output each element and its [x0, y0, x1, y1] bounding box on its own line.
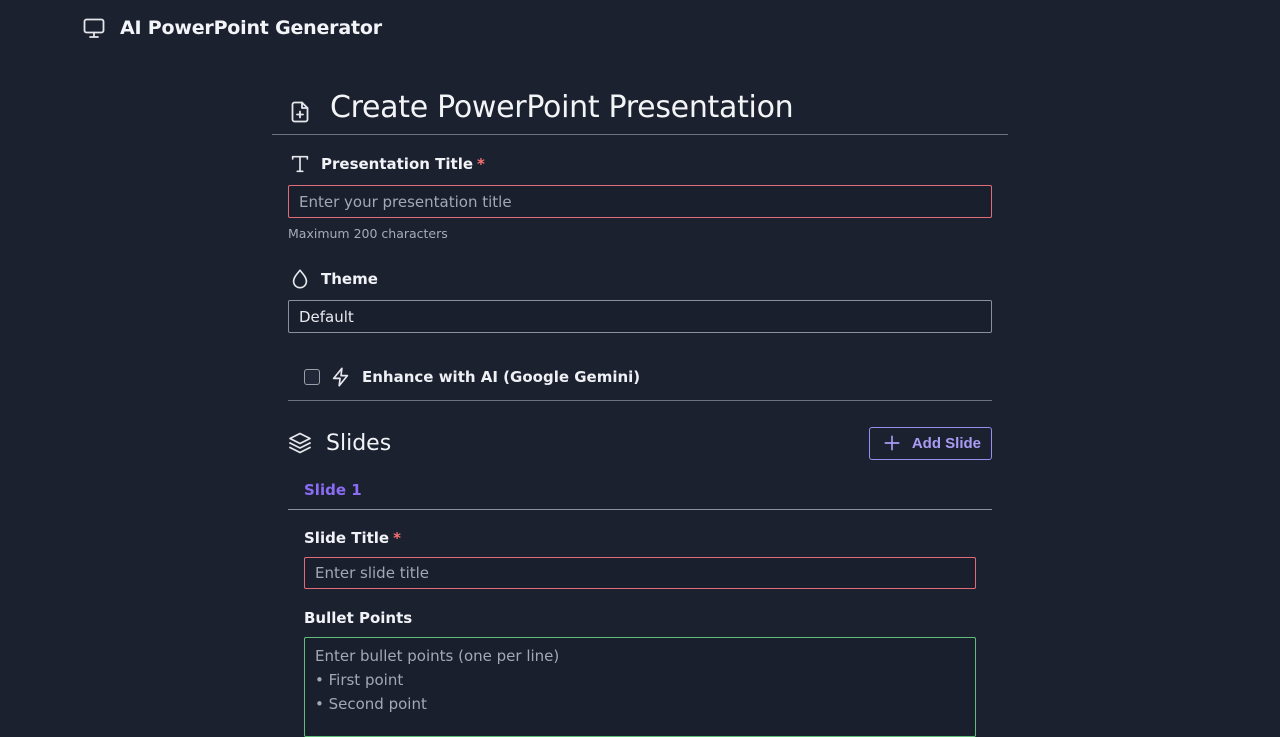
theme-label-text: Theme: [321, 270, 378, 288]
page-header: Create PowerPoint Presentation: [272, 86, 1008, 135]
file-plus-icon: [288, 99, 312, 125]
presentation-title-label: Presentation Title *: [288, 150, 992, 178]
enhance-ai-label[interactable]: Enhance with AI (Google Gemini): [362, 368, 640, 386]
bullet-placeholder-line: • Second point: [315, 695, 427, 713]
slide-tabs: Slide 1: [288, 471, 992, 510]
bullet-points-label-text: Bullet Points: [304, 609, 413, 627]
required-marker: *: [393, 529, 401, 547]
app-title: AI PowerPoint Generator: [120, 17, 382, 39]
tab-slide-1[interactable]: Slide 1: [304, 481, 362, 499]
slide-title-label-text: Slide Title: [304, 529, 390, 547]
slide-title-input[interactable]: [304, 557, 976, 589]
theme-select[interactable]: Default: [288, 300, 992, 333]
slide-panel: Slide Title* Bullet Points Enter bullet …: [288, 527, 992, 737]
enhance-ai-checkbox[interactable]: [304, 368, 320, 385]
presentation-title-label-text: Presentation Title: [321, 155, 474, 173]
slides-title-group: Slides: [288, 431, 391, 456]
bullet-points-textarea[interactable]: Enter bullet points (one per line) • Fir…: [304, 637, 976, 737]
zap-icon: [330, 365, 352, 389]
slide-title-label: Slide Title *: [304, 527, 992, 549]
layers-icon: [288, 431, 312, 455]
theme-label: Theme: [288, 265, 992, 293]
presentation-title-input[interactable]: [288, 185, 992, 218]
presentation-form: Presentation Title* Maximum 200 characte…: [288, 150, 992, 737]
page-title: Create PowerPoint Presentation: [330, 90, 794, 125]
type-icon: [289, 153, 311, 175]
app-header: AI PowerPoint Generator: [82, 16, 382, 40]
enhance-ai-row: Enhance with AI (Google Gemini): [288, 353, 992, 401]
slides-title: Slides: [326, 430, 392, 456]
add-slide-label: Add Slide: [911, 434, 981, 452]
bullet-placeholder-line: Enter bullet points (one per line): [315, 647, 560, 665]
add-slide-button[interactable]: Add Slide: [868, 426, 992, 460]
monitor-icon: [82, 16, 106, 40]
plus-icon: [882, 433, 902, 453]
bullet-placeholder-line: • First point: [315, 671, 404, 689]
theme-selected-value: Default: [299, 307, 354, 326]
presentation-title-hint: Maximum 200 characters: [288, 226, 448, 241]
required-marker: *: [477, 155, 485, 173]
droplet-icon: [289, 267, 311, 291]
bullet-points-label: Bullet Points: [304, 607, 992, 629]
slides-header: Slides Add Slide: [288, 420, 992, 466]
